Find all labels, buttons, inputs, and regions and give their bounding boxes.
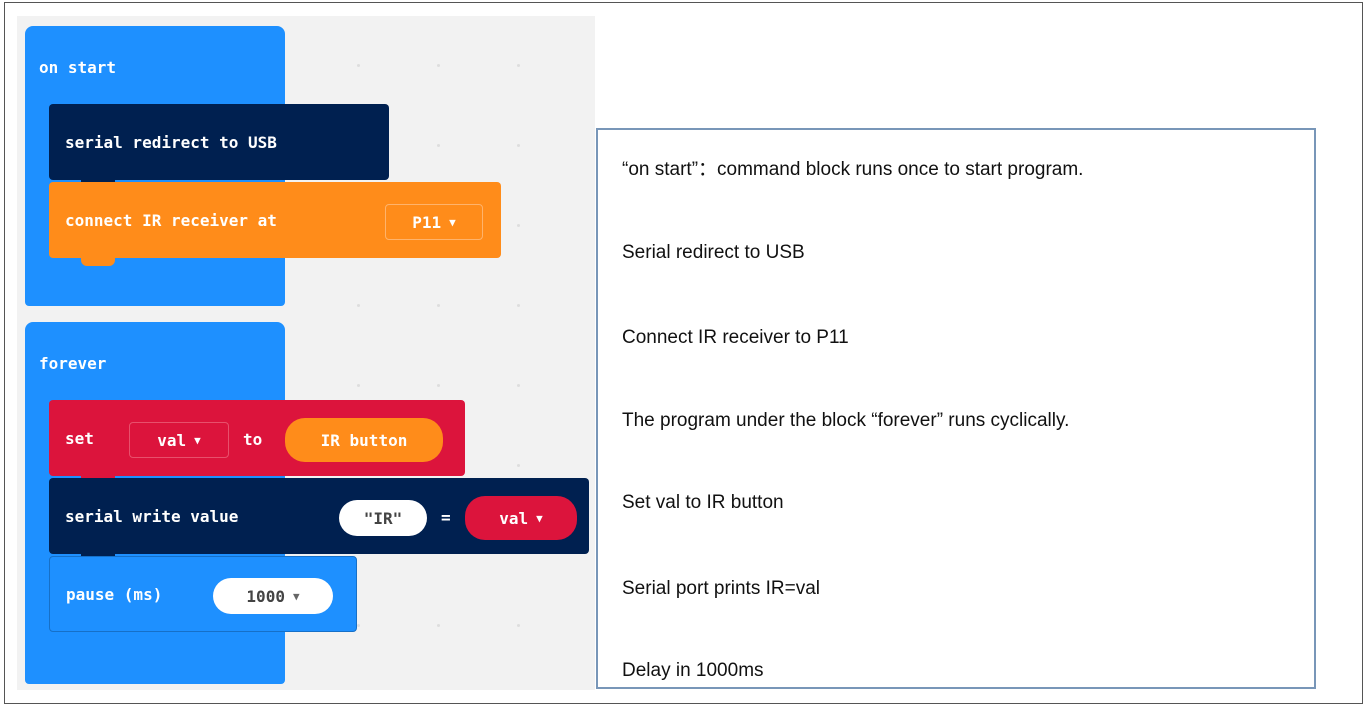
ir-button-label: IR button: [320, 430, 408, 450]
pin-dropdown[interactable]: P11 ▼: [385, 204, 483, 240]
explanation-line: Connect IR receiver to P11: [622, 327, 849, 348]
grid-dot: [437, 144, 440, 147]
dropdown-arrow-icon: ▼: [194, 433, 201, 447]
grid-dot: [437, 304, 440, 307]
serial-write-label: serial write value: [65, 506, 239, 526]
grid-dot: [437, 64, 440, 67]
variable-dropdown[interactable]: val ▼: [129, 422, 229, 458]
explanation-line: Delay in 1000ms: [622, 660, 764, 681]
grid-dot: [357, 304, 360, 307]
explanation-line: “on start”：command block runs once to st…: [622, 159, 1084, 180]
explanation-line: Serial port prints IR=val: [622, 578, 820, 599]
pause-duration-input[interactable]: 1000 ▼: [213, 578, 333, 614]
grid-dot: [517, 64, 520, 67]
val-variable-reporter[interactable]: val ▼: [465, 496, 577, 540]
explanation-line: Set val to IR button: [622, 492, 784, 513]
pause-label: pause (ms): [66, 584, 163, 604]
val-reporter-name: val: [499, 508, 529, 528]
serial-redirect-label: serial redirect to USB: [65, 132, 277, 152]
forever-label: forever: [39, 354, 107, 373]
variable-name: val: [157, 430, 187, 450]
ir-button-reporter[interactable]: IR button: [285, 418, 443, 462]
equals-label: =: [441, 508, 451, 527]
dropdown-arrow-icon: ▼: [292, 589, 300, 603]
name-string-value: "IR": [363, 508, 403, 528]
set-label: set: [65, 428, 94, 448]
grid-dot: [517, 224, 520, 227]
serial-redirect-block[interactable]: serial redirect to USB: [49, 104, 389, 180]
name-string-input[interactable]: "IR": [339, 500, 427, 536]
explanation-line: The program under the block “forever” ru…: [622, 410, 1070, 431]
grid-dot: [517, 624, 520, 627]
to-label: to: [243, 430, 263, 449]
grid-dot: [357, 624, 360, 627]
grid-dot: [357, 64, 360, 67]
grid-dot: [437, 384, 440, 387]
grid-dot: [517, 304, 520, 307]
block-notch: [81, 258, 115, 266]
connect-ir-label: connect IR receiver at: [65, 210, 277, 230]
grid-dot: [517, 384, 520, 387]
grid-dot: [517, 144, 520, 147]
pin-value: P11: [412, 212, 442, 232]
on-start-label: on start: [39, 58, 117, 77]
dropdown-arrow-icon: ▼: [536, 511, 543, 525]
explanation-panel: “on start”：command block runs once to st…: [596, 128, 1316, 689]
grid-dot: [517, 464, 520, 467]
grid-dot: [357, 384, 360, 387]
explanation-line: Serial redirect to USB: [622, 242, 805, 263]
blocks-workspace[interactable]: on start serial redirect to USB connect …: [17, 16, 595, 690]
pause-duration-value: 1000: [246, 586, 285, 606]
dropdown-arrow-icon: ▼: [449, 215, 456, 229]
grid-dot: [437, 624, 440, 627]
